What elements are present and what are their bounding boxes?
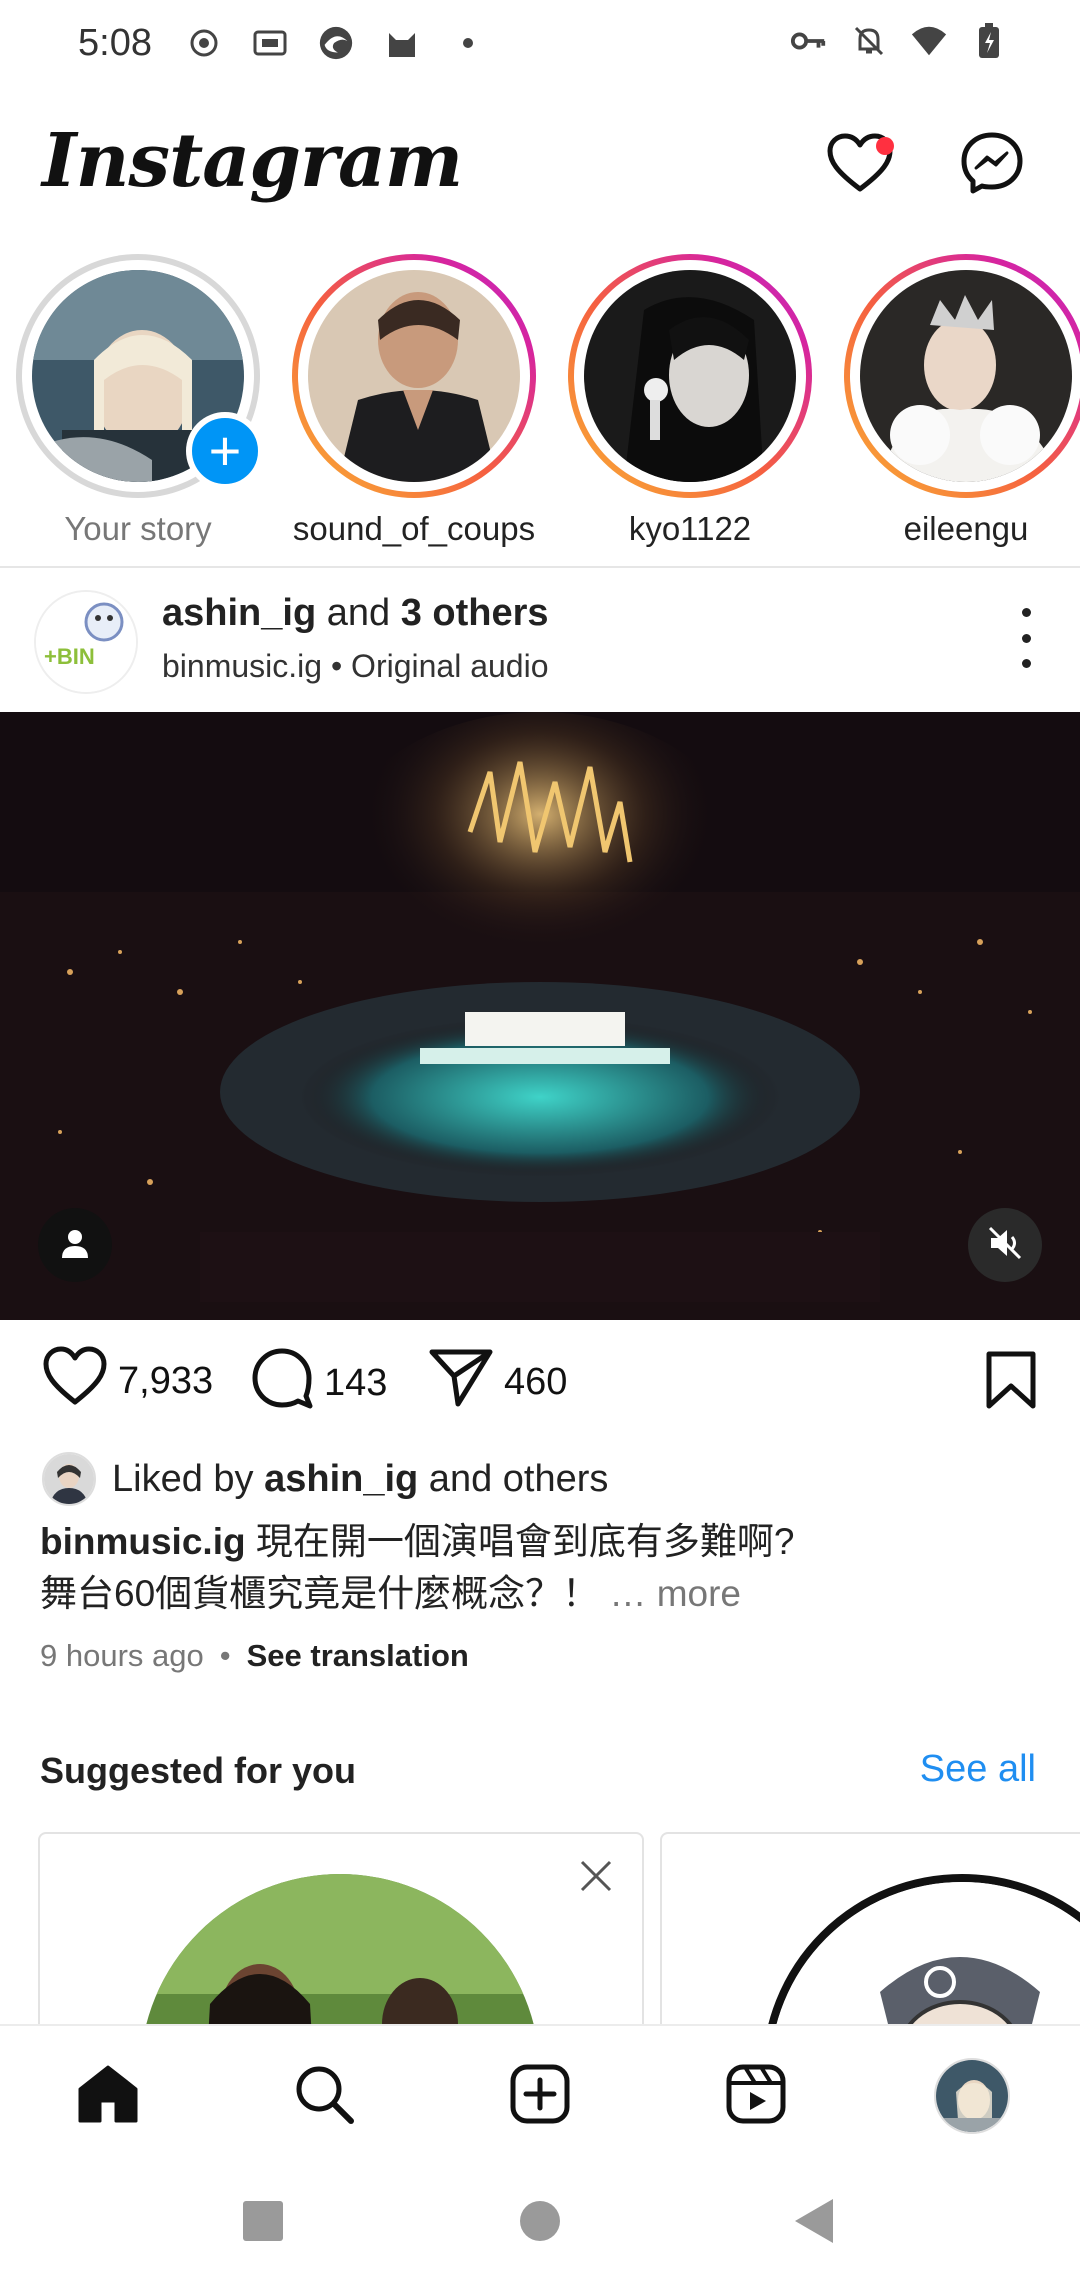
send-icon: [428, 1346, 494, 1418]
status-right-icons: [790, 22, 1008, 60]
speaker-muted-icon: [986, 1224, 1024, 1267]
story-label: eileengu: [903, 510, 1029, 547]
story-kyo1122[interactable]: kyo1122: [568, 254, 818, 554]
divider: [0, 566, 1080, 568]
post-meta: 9 hours ago • See translation: [40, 1638, 469, 1674]
caption-more-link[interactable]: … more: [599, 1573, 741, 1614]
iqiyi-icon: [251, 24, 289, 62]
tagged-users-button[interactable]: [38, 1208, 112, 1282]
messenger-icon: [960, 131, 1024, 200]
story-label: kyo1122: [628, 510, 752, 547]
edge-icon: [317, 24, 355, 62]
post-caption: binmusic.ig 現在開一個演唱會到底有多難啊? 舞台60個貨櫃究竟是什麼…: [40, 1516, 1040, 1620]
share-count: 460: [504, 1360, 568, 1403]
user-icon: [58, 1226, 92, 1265]
dismiss-suggestion-button[interactable]: [574, 1856, 618, 1900]
post-author-main[interactable]: ashin_ig: [162, 592, 316, 634]
avatar: [308, 270, 520, 482]
reels-icon: [725, 2063, 787, 2130]
back-triangle-icon: [793, 2197, 837, 2250]
share-button[interactable]: 460: [428, 1346, 567, 1418]
recents-button[interactable]: [228, 2188, 298, 2258]
post-timestamp: 9 hours ago: [40, 1638, 204, 1673]
record-icon: [185, 24, 223, 62]
bell-off-icon: [850, 22, 888, 60]
notification-dot: [876, 137, 894, 155]
stories-tray: + Your story sound_of_coups kyo1122 eile…: [0, 250, 1080, 550]
post-options-button[interactable]: [1006, 608, 1046, 668]
notifications-button[interactable]: [820, 125, 900, 205]
status-bar: 5:08: [0, 0, 1080, 90]
post-author-others[interactable]: 3 others: [401, 592, 549, 634]
meta-separator: •: [219, 1638, 231, 1673]
profile-avatar: [934, 2058, 1010, 2134]
instagram-logo[interactable]: Instagram: [42, 118, 463, 204]
nav-create-button[interactable]: [500, 2056, 580, 2136]
home-icon: [76, 2063, 140, 2130]
comment-count: 143: [324, 1361, 388, 1404]
story-sound-of-coups[interactable]: sound_of_coups: [292, 254, 542, 554]
dot-icon: [449, 24, 487, 62]
bottom-navigation: [0, 2024, 1080, 2164]
vpn-key-icon: [790, 22, 828, 60]
status-time: 5:08: [78, 22, 152, 64]
post-header: +BIN ashin_ig and 3 others binmusic.ig •…: [0, 580, 1080, 710]
close-icon: [579, 1859, 613, 1898]
more-dot: [1021, 608, 1031, 617]
post-video[interactable]: [0, 712, 1080, 1320]
messenger-button[interactable]: [952, 125, 1032, 205]
liked-by-row[interactable]: Liked by ashin_ig and others: [42, 1452, 608, 1506]
instagram-screen: 5:08 Instagram + Your story sound_of_cou…: [0, 0, 1080, 2280]
post-audio-subtitle[interactable]: binmusic.ig • Original audio: [162, 648, 549, 685]
comment-button[interactable]: 143: [250, 1346, 387, 1420]
like-count: 7,933: [118, 1359, 214, 1402]
comment-icon: [250, 1346, 314, 1420]
post-author[interactable]: ashin_ig and 3 others: [162, 592, 549, 635]
add-story-button[interactable]: +: [186, 412, 264, 490]
save-button[interactable]: [984, 1350, 1038, 1415]
liked-by-text: Liked by ashin_ig and others: [112, 1457, 609, 1500]
post-author-joiner: and: [316, 592, 401, 634]
post-avatar[interactable]: +BIN: [34, 590, 138, 694]
search-icon: [292, 2062, 356, 2131]
story-label: sound_of_coups: [292, 510, 536, 547]
caption-line-2: 舞台60個貨櫃究竟是什麼概念？！: [40, 1573, 600, 1614]
caption-author[interactable]: binmusic.ig: [40, 1521, 246, 1562]
post-avatar-logo-text: +BIN: [44, 644, 95, 669]
suggested-title: Suggested for you: [40, 1750, 357, 1791]
post-actions: 7,933 143 460: [0, 1336, 1080, 1436]
liked-by-user[interactable]: ashin_ig: [264, 1458, 418, 1500]
concert-video-frame: [0, 712, 1080, 1320]
see-translation-link[interactable]: See translation: [247, 1638, 469, 1674]
like-button[interactable]: 7,933: [42, 1346, 213, 1416]
mute-toggle-button[interactable]: [968, 1208, 1042, 1282]
home-system-button[interactable]: [505, 2188, 575, 2258]
more-dot: [1021, 633, 1031, 643]
see-all-link[interactable]: See all: [920, 1748, 1036, 1791]
battery-charging-icon: [970, 22, 1008, 60]
story-eileengu[interactable]: eileengu: [844, 254, 1080, 554]
caption-line-1: 現在開一個演唱會到底有多難啊?: [245, 1521, 795, 1562]
liked-by-avatar: [42, 1452, 96, 1506]
nav-profile-button[interactable]: [932, 2056, 1012, 2136]
status-left-icons: [185, 24, 487, 62]
avatar: [584, 270, 796, 482]
cat-icon: [383, 24, 421, 62]
back-button[interactable]: [780, 2188, 850, 2258]
system-navigation-bar: [0, 2164, 1080, 2280]
wifi-icon: [910, 22, 948, 60]
nav-home-button[interactable]: [68, 2056, 148, 2136]
bookmark-icon: [984, 1351, 1038, 1414]
nav-reels-button[interactable]: [716, 2056, 796, 2136]
nav-search-button[interactable]: [284, 2056, 364, 2136]
story-your-story[interactable]: + Your story: [16, 254, 266, 554]
avatar: [860, 270, 1072, 482]
create-post-icon: [509, 2063, 571, 2130]
heart-outline-icon: [42, 1346, 108, 1416]
square-icon: [241, 2199, 285, 2248]
app-header: Instagram: [0, 110, 1080, 230]
more-dot: [1021, 659, 1031, 668]
story-label: Your story: [64, 510, 212, 547]
circle-icon: [518, 2199, 562, 2248]
